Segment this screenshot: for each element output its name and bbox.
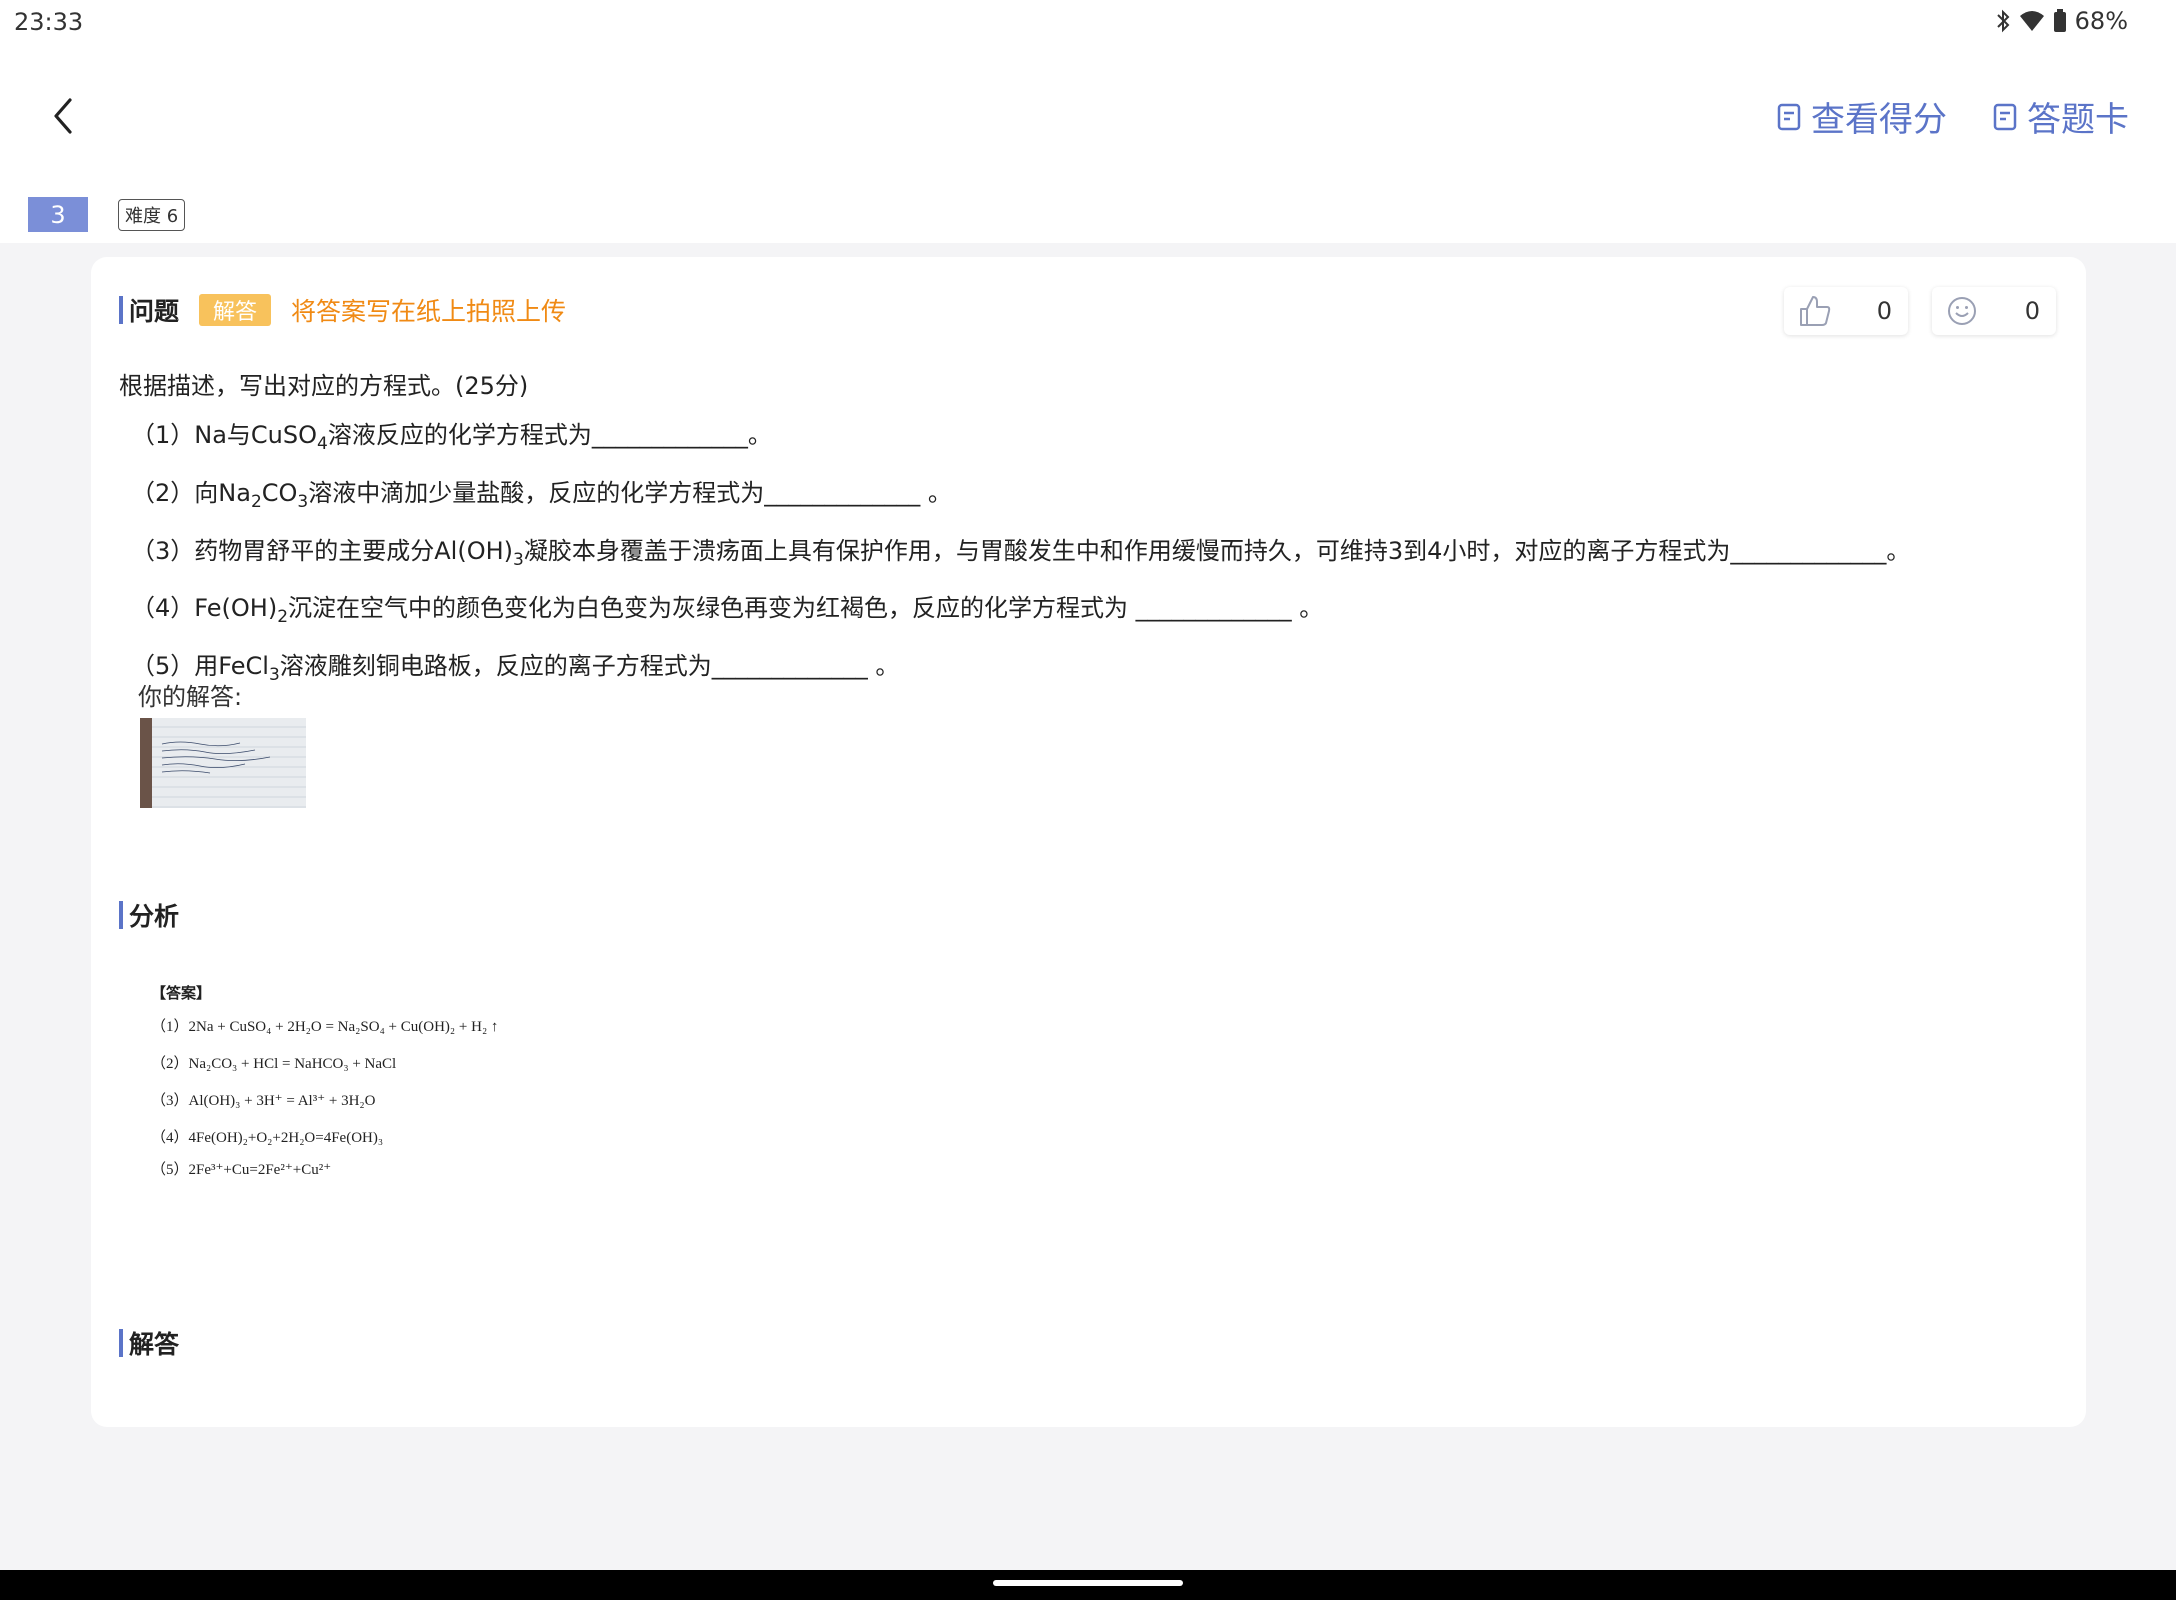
like-count: 0 — [1876, 297, 1892, 325]
question-card: 问题 解答 将答案写在纸上拍照上传 0 0 根据描述，写出对应的方程式。(25分… — [91, 257, 2086, 1427]
document-icon — [1777, 103, 1801, 130]
question-item-5: （5）用FeCl3溶液雕刻铜电路板，反应的离子方程式为_____________… — [131, 652, 900, 685]
view-score-label: 查看得分 — [1811, 100, 1947, 140]
question-item-3: （3）药物胃舒平的主要成分Al(OH)3凝胶本身覆盖于溃疡面上具有保护作用，与胃… — [131, 536, 1911, 570]
view-score-button[interactable]: 查看得分 — [1777, 92, 1947, 141]
nav-bar: 查看得分 答题卡 — [0, 70, 2176, 160]
answer-type-badge: 解答 — [199, 294, 272, 326]
solution-section-title: 解答 — [119, 1325, 179, 1361]
handwriting-scribble — [161, 741, 271, 774]
question-body: 根据描述，写出对应的方程式。(25分) （1）Na与CuSO4溶液反应的化学方程… — [119, 362, 1910, 700]
answer-photo-thumbnail[interactable] — [140, 718, 306, 808]
back-button[interactable] — [44, 94, 84, 138]
analysis-title-text: 分析 — [129, 902, 180, 931]
solution-title-text: 解答 — [129, 1330, 180, 1359]
reactions: 0 0 — [1784, 287, 2056, 335]
question-intro: 根据描述，写出对应的方程式。(25分) — [119, 372, 529, 400]
title-accent-bar — [119, 1329, 123, 1357]
question-item-1: （1）Na与CuSO4溶液反应的化学方程式为_____________。 — [131, 421, 772, 454]
your-answer-label: 你的解答: — [138, 683, 243, 711]
question-item-4: （4）Fe(OH)2沉淀在空气中的颜色变化为白色变为灰绿色再变为红褐色，反应的化… — [131, 594, 1324, 628]
wifi-icon — [2019, 10, 2045, 32]
chevron-left-icon — [54, 98, 72, 134]
system-navigation-bar — [0, 1570, 2176, 1600]
question-item-2: （2）向Na2CO3溶液中滴加少量盐酸，反应的化学方程式为___________… — [131, 478, 952, 512]
status-bar: 23:33 68% — [0, 0, 2176, 46]
answer-heading: 【答案】 — [151, 986, 212, 1002]
battery-level: 68% — [2074, 7, 2128, 35]
question-title-text: 问题 — [129, 297, 180, 326]
thumbs-up-icon — [1800, 296, 1831, 326]
upload-hint: 将答案写在纸上拍照上传 — [291, 297, 567, 326]
header-area: 23:33 68% 查看得分 答题卡 3 难度 6 — [0, 0, 2176, 243]
answer-line-4: （4）4Fe(OH)₂+O₂+2H₂O=4Fe(OH)₃ — [151, 1130, 384, 1146]
smile-button[interactable]: 0 — [1932, 287, 2056, 335]
bluetooth-icon — [1995, 9, 2011, 33]
analysis-answer-image: 【答案】 （1）2Na + CuSO₄ + 2H₂O = Na₂SO₄ + Cu… — [151, 982, 498, 1195]
answer-line-3: （3）Al(OH)₃ + 3H⁺ = Al³⁺ + 3H₂O — [151, 1093, 376, 1109]
nav-actions: 查看得分 答题卡 — [1777, 92, 2129, 141]
difficulty-badge: 难度 6 — [118, 198, 186, 231]
answer-card-label: 答题卡 — [2027, 100, 2129, 140]
question-section-title: 问题 — [119, 292, 179, 328]
title-accent-bar — [119, 296, 123, 324]
like-button[interactable]: 0 — [1784, 287, 1908, 335]
answer-card-button[interactable]: 答题卡 — [1993, 92, 2129, 141]
status-icons: 68% — [1995, 7, 2128, 35]
home-indicator[interactable] — [993, 1580, 1183, 1586]
answer-line-5: （5）2Fe³⁺+Cu=2Fe²⁺+Cu²⁺ — [151, 1162, 332, 1178]
question-tag-row: 3 难度 6 — [28, 197, 186, 232]
title-accent-bar — [119, 901, 123, 929]
answer-line-1: （1）2Na + CuSO₄ + 2H₂O = Na₂SO₄ + Cu(OH)₂… — [151, 1019, 499, 1035]
question-number: 3 — [28, 197, 88, 232]
question-header: 问题 解答 将答案写在纸上拍照上传 — [119, 292, 566, 328]
smile-icon — [1948, 297, 1976, 325]
battery-icon — [2053, 9, 2067, 33]
analysis-section-title: 分析 — [119, 897, 179, 933]
status-time: 23:33 — [14, 8, 84, 36]
answer-line-2: （2）Na₂CO₃ + HCl = NaHCO₃ + NaCl — [151, 1056, 397, 1072]
smile-count: 0 — [2024, 297, 2040, 325]
document-icon — [1993, 103, 2017, 130]
